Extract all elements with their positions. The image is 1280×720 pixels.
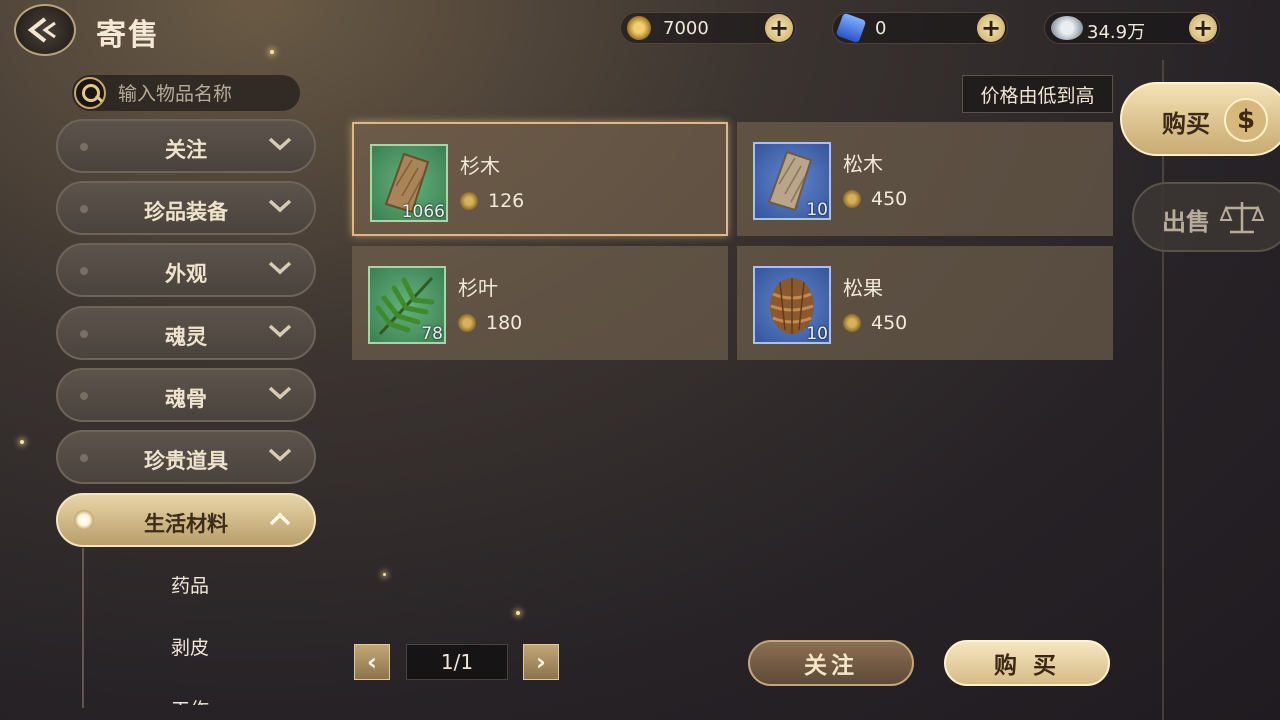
currency-silver: 34.9万 + xyxy=(1044,12,1220,44)
sparkle-decoration xyxy=(270,50,274,54)
page-title: 寄售 xyxy=(96,18,160,53)
follow-button[interactable]: 关注 xyxy=(748,640,914,686)
category-soul-bone[interactable]: 魂骨 xyxy=(56,368,316,422)
item-name: 松果 xyxy=(843,276,883,300)
item-name: 杉叶 xyxy=(458,276,498,300)
chevron-down-icon xyxy=(268,199,292,213)
currency-crystal: 0 + xyxy=(832,12,1008,44)
chevron-right-icon: › xyxy=(536,648,546,676)
item-quantity: 1066 xyxy=(401,202,445,222)
item-price: 450 xyxy=(871,312,908,334)
item-quantity: 10 xyxy=(806,324,828,344)
chevron-left-icon: ‹ xyxy=(367,648,377,676)
category-appearance[interactable]: 外观 xyxy=(56,243,316,297)
sparkle-decoration xyxy=(383,573,386,576)
gold-coin-icon xyxy=(843,190,861,208)
category-soul-spirit[interactable]: 魂灵 xyxy=(56,306,316,360)
item-thumbnail: 1066 xyxy=(370,144,448,222)
back-button[interactable] xyxy=(14,4,76,56)
page-indicator: 1/1 xyxy=(406,644,508,680)
scale-icon xyxy=(1220,202,1264,234)
chevron-up-icon xyxy=(269,512,291,526)
item-name: 松木 xyxy=(843,152,883,176)
prev-page-button[interactable]: ‹ xyxy=(354,644,390,680)
item-card[interactable]: 78 杉叶 180 xyxy=(352,246,728,360)
item-thumbnail: 10 xyxy=(753,142,831,220)
chevron-down-icon xyxy=(268,448,292,462)
chevron-down-icon xyxy=(268,137,292,151)
category-life-materials[interactable]: 生活材料 xyxy=(56,493,316,547)
item-price: 126 xyxy=(488,190,525,212)
money-bag-icon: $ xyxy=(1224,98,1268,142)
subcategory-medicine[interactable]: 药品 xyxy=(140,571,240,598)
gold-coin-icon xyxy=(458,314,476,332)
tab-buy[interactable]: 购买 $ xyxy=(1120,82,1280,156)
tab-label: 出售 xyxy=(1162,207,1210,236)
divider xyxy=(1162,60,1164,720)
item-thumbnail: 78 xyxy=(368,266,446,344)
currency-value: 7000 xyxy=(663,18,709,39)
gold-coin-icon xyxy=(627,16,651,40)
next-page-button[interactable]: › xyxy=(523,644,559,680)
tab-label: 购买 xyxy=(1162,109,1210,138)
currency-gold: 7000 + xyxy=(620,12,796,44)
subcategory-skinning[interactable]: 剥皮 xyxy=(140,633,240,660)
search-bar xyxy=(72,75,300,111)
gold-coin-icon xyxy=(843,314,861,332)
add-silver-button[interactable]: + xyxy=(1189,14,1217,42)
subcategory-work[interactable]: 工作 xyxy=(140,695,240,705)
add-crystal-button[interactable]: + xyxy=(977,14,1005,42)
back-arrow-icon xyxy=(27,17,56,43)
search-icon[interactable] xyxy=(74,77,106,109)
blue-crystal-icon xyxy=(835,12,867,44)
category-rare-equipment[interactable]: 珍品装备 xyxy=(56,181,316,235)
chevron-down-icon xyxy=(268,324,292,338)
item-name: 杉木 xyxy=(460,154,500,178)
currency-value: 34.9万 xyxy=(1087,22,1146,43)
buy-button[interactable]: 购 买 xyxy=(944,640,1110,686)
silver-coins-icon xyxy=(1051,16,1083,40)
sparkle-decoration xyxy=(20,440,24,444)
sort-dropdown[interactable]: 价格由低到高 xyxy=(962,75,1113,113)
subcategory-guide-line xyxy=(82,548,84,708)
chevron-down-icon xyxy=(268,386,292,400)
tab-sell[interactable]: 出售 xyxy=(1132,182,1280,252)
item-card[interactable]: 10 松果 450 xyxy=(737,246,1113,360)
category-precious-items[interactable]: 珍贵道具 xyxy=(56,430,316,484)
chevron-down-icon xyxy=(268,261,292,275)
sparkle-decoration xyxy=(516,611,520,615)
item-quantity: 10 xyxy=(806,200,828,220)
currency-value: 0 xyxy=(875,18,887,39)
item-thumbnail: 10 xyxy=(753,266,831,344)
item-price: 450 xyxy=(871,188,908,210)
item-quantity: 78 xyxy=(421,324,443,344)
add-gold-button[interactable]: + xyxy=(765,14,793,42)
gold-coin-icon xyxy=(460,192,478,210)
item-card[interactable]: 1066 杉木 126 xyxy=(352,122,728,236)
search-input[interactable] xyxy=(116,80,300,108)
category-follow[interactable]: 关注 xyxy=(56,119,316,173)
item-card[interactable]: 10 松木 450 xyxy=(737,122,1113,236)
item-price: 180 xyxy=(486,312,523,334)
